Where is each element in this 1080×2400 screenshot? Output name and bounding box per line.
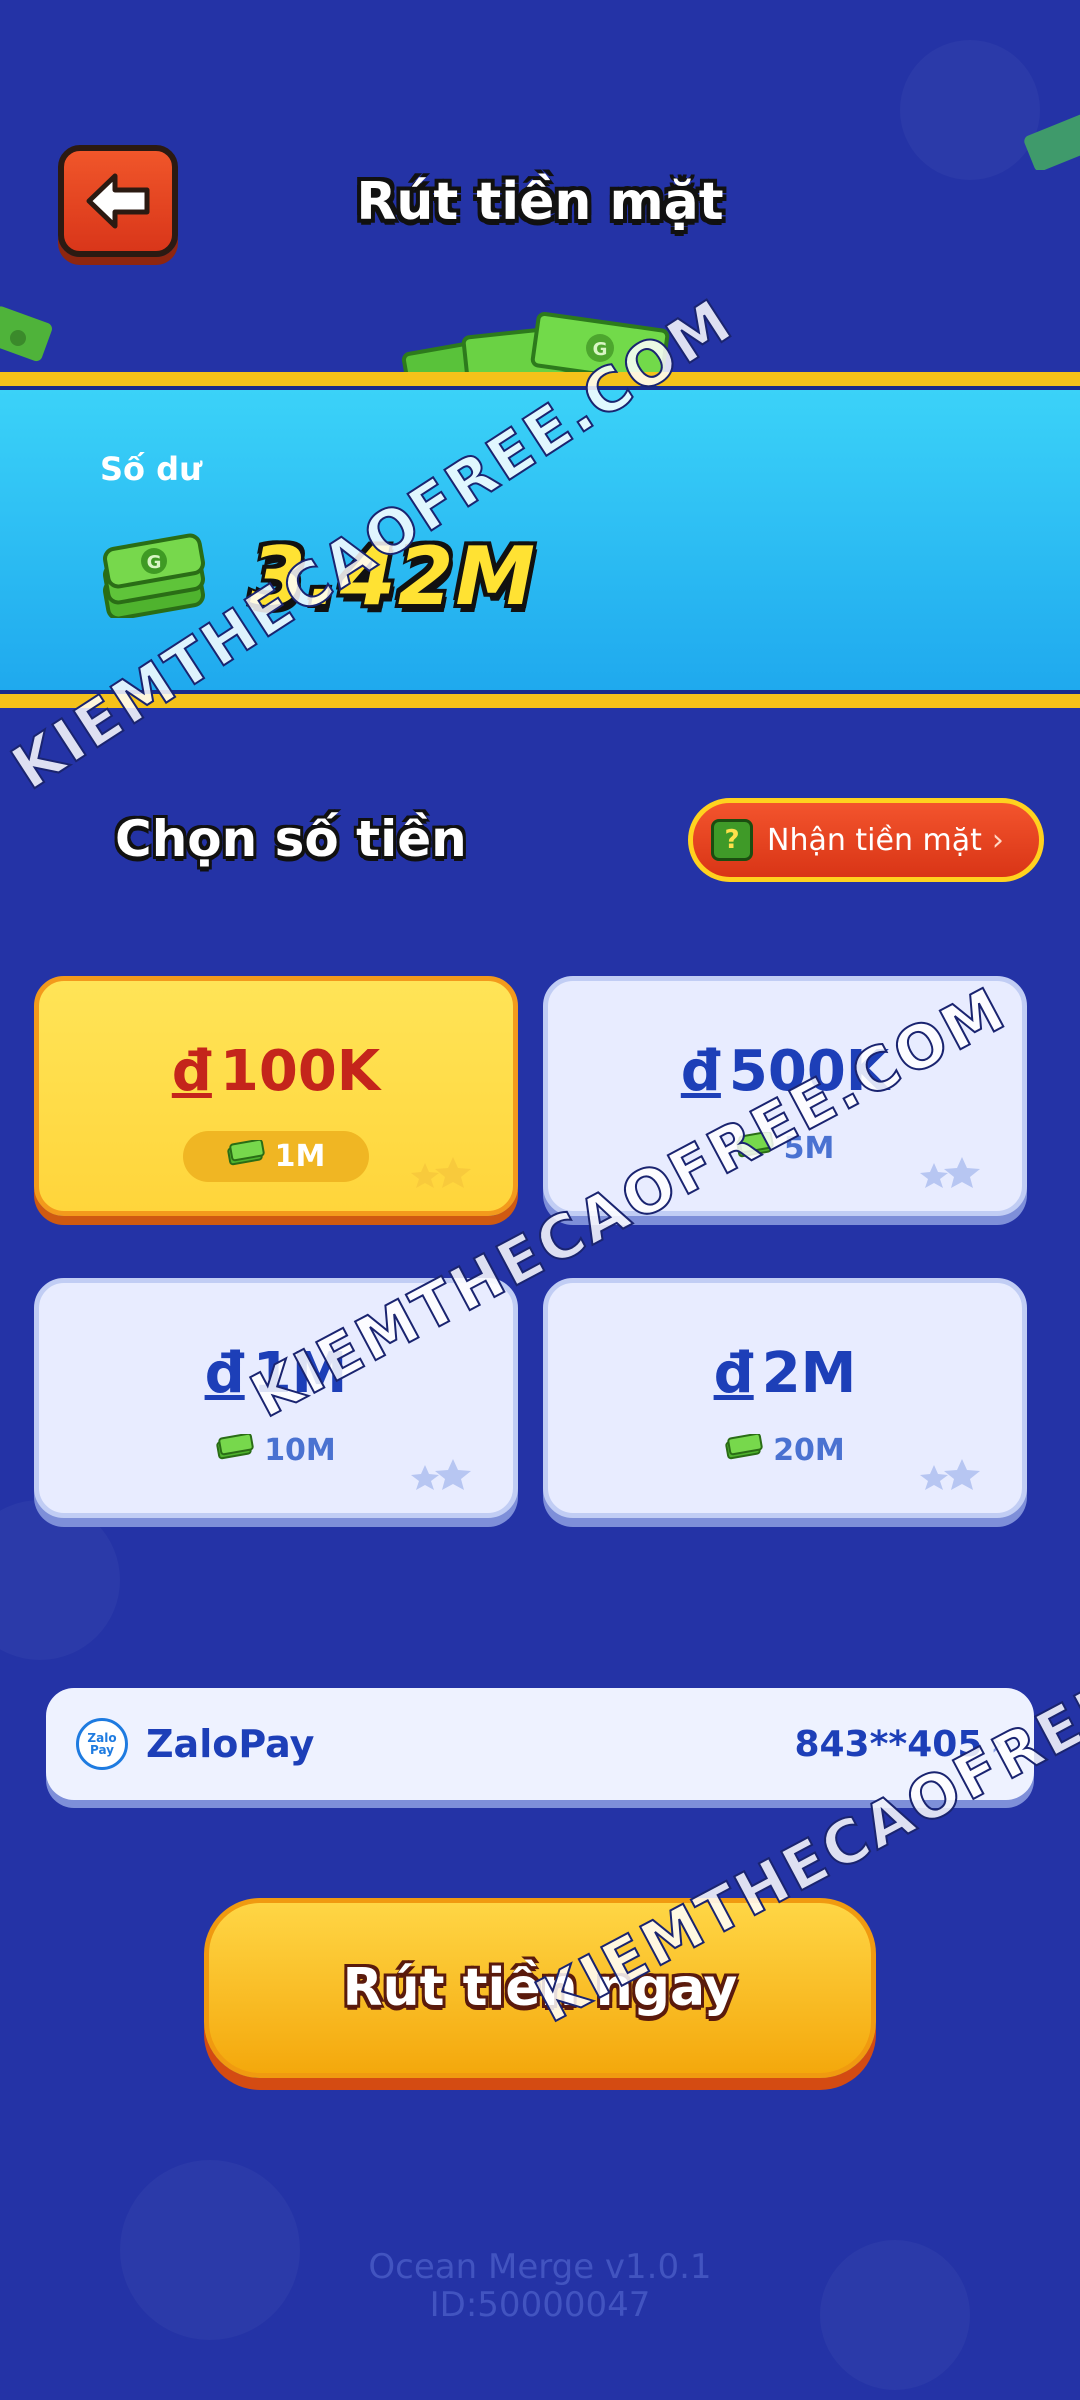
zalopay-logo-icon: Zalo Pay <box>76 1718 128 1770</box>
currency-symbol: đ <box>713 1341 754 1406</box>
cash-icon <box>725 1432 763 1468</box>
background-bubble <box>900 40 1040 180</box>
get-cash-label: Nhận tiền mặt <box>767 822 982 858</box>
amount-option-2m[interactable]: đ 2M 20M <box>543 1278 1027 1518</box>
currency-symbol: đ <box>680 1039 721 1104</box>
cash-decoration-icon <box>0 300 60 374</box>
chevron-right-icon: › <box>991 822 1004 858</box>
user-id: ID:50000047 <box>429 2285 651 2325</box>
app-version: Ocean Merge v1.0.1 <box>368 2247 712 2287</box>
option-amount: đ 100K <box>39 1039 513 1104</box>
amount-option-100k[interactable]: đ 100K 1M <box>34 976 518 1216</box>
amount-value: 2M <box>761 1341 857 1406</box>
cost-value: 20M <box>773 1433 845 1468</box>
background-bubble <box>0 1500 120 1660</box>
star-decoration-icon <box>918 1155 982 1189</box>
currency-symbol: đ <box>204 1341 245 1406</box>
page-title: Rút tiền mặt <box>356 172 724 232</box>
zalopay-logo-bottom: Pay <box>89 1743 115 1757</box>
svg-text:G: G <box>147 552 162 573</box>
cash-decoration-icon <box>1020 110 1080 174</box>
get-cash-button[interactable]: ? Nhận tiền mặt › <box>688 798 1044 882</box>
star-decoration-icon <box>409 1457 473 1491</box>
star-decoration-icon <box>918 1457 982 1491</box>
cash-icon <box>216 1432 254 1468</box>
payment-method-name: ZaloPay <box>146 1722 315 1766</box>
balance-label: Số dư <box>100 450 202 488</box>
footer-info: Ocean Merge v1.0.1 ID:50000047 <box>0 2248 1080 2324</box>
cost-value: 1M <box>274 1139 326 1174</box>
star-decoration-icon <box>409 1155 473 1189</box>
question-icon: ? <box>711 819 753 861</box>
cash-stack-icon: G <box>100 528 208 622</box>
option-amount: đ 2M <box>548 1341 1022 1406</box>
select-amount-title: Chọn số tiền <box>115 810 467 868</box>
currency-symbol: đ <box>171 1039 212 1104</box>
amount-value: 100K <box>219 1039 381 1104</box>
cost-value: 10M <box>264 1433 336 1468</box>
cash-icon <box>226 1138 265 1174</box>
